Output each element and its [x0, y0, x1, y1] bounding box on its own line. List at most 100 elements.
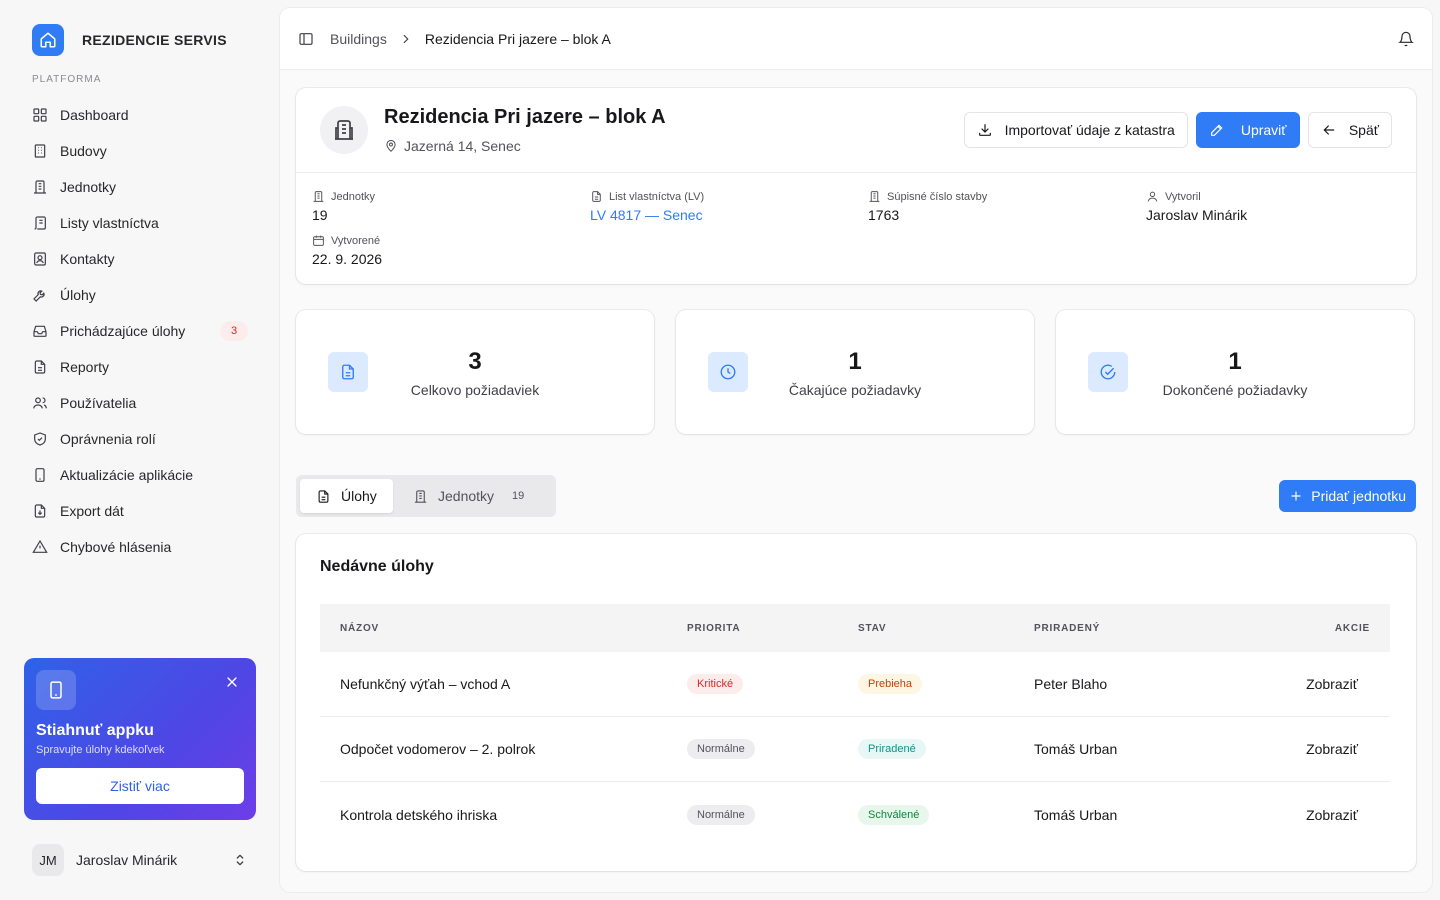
units-value: 19	[312, 207, 328, 223]
stat-label: Čakajúce požiadavky	[788, 382, 922, 398]
sidebar-item-label: Úlohy	[60, 287, 96, 303]
nav-section-label: PLATFORMA	[32, 74, 102, 85]
status-badge: Priradené	[858, 739, 926, 759]
table-row: Nefunkčný výťah – vchod A Kritické Prebi…	[320, 652, 1390, 717]
user-name: Jaroslav Minárik	[76, 852, 178, 868]
sidebar-item-label: Jednotky	[60, 179, 117, 195]
sidebar-item-jednotky[interactable]: Jednotky	[24, 169, 256, 205]
edit-button[interactable]: Upraviť	[1195, 112, 1300, 148]
header-actions: Importovať údaje z katastra Upraviť Späť	[963, 112, 1392, 148]
tab-jednotky[interactable]: Jednotky 19	[397, 479, 540, 513]
download-app-promo: Stiahnuť appku Spravujte úlohy kdekoľvek…	[24, 658, 256, 820]
recent-tasks-card: Nedávne úlohy NÁZOV PRIORITA STAV PRIRAD…	[296, 534, 1416, 871]
table-header: NÁZOV PRIORITA STAV PRIRADENÝ AKCIE	[320, 604, 1390, 652]
units-icon	[34, 180, 46, 194]
avatar: JM	[32, 844, 64, 876]
user-menu[interactable]: JM Jaroslav Minárik	[32, 844, 248, 876]
lv-label: List vlastníctva (LV)	[609, 190, 705, 203]
warning-icon	[32, 539, 48, 553]
chevron-up-down-icon	[236, 854, 244, 866]
tab-list: Úlohy Jednotky 19	[296, 475, 556, 517]
stat-label: Dokončené požiadavky	[1162, 382, 1308, 398]
phone-icon	[35, 468, 45, 482]
edit-label: Upraviť	[1240, 122, 1287, 138]
assignee: Tomáš Urban	[1034, 806, 1118, 823]
created-value: 22. 9. 2026	[312, 251, 383, 267]
sidebar-item-export[interactable]: Export dát	[24, 493, 256, 529]
sidebar: REZIDENCIE SERVIS PLATFORMA Dashboard Bu…	[0, 0, 280, 900]
sidebar-item-budovy[interactable]: Budovy	[24, 133, 256, 169]
user-icon	[1147, 191, 1158, 202]
sidebar-item-chybove[interactable]: Chybové hlásenia	[24, 529, 256, 565]
sidebar-item-dashboard[interactable]: Dashboard	[24, 97, 256, 133]
sidebar-item-pouzivatelia[interactable]: Používatelia	[24, 385, 256, 421]
calendar-icon	[313, 235, 324, 246]
shield-icon	[34, 432, 46, 446]
sidebar-item-label: Kontakty	[60, 251, 115, 267]
column-header: STAV	[858, 622, 887, 634]
breadcrumb-parent[interactable]: Buildings	[330, 31, 387, 47]
tasks-table: NÁZOV PRIORITA STAV PRIRADENÝ AKCIE Nefu…	[320, 604, 1390, 847]
sidebar-item-label: Chybové hlásenia	[60, 539, 172, 555]
stat-value: 3	[468, 348, 482, 375]
lv-link[interactable]: LV 4817 — Senec	[590, 207, 704, 223]
view-link[interactable]: Zobraziť	[1234, 741, 1390, 757]
meta-created: Vytvorené 22. 9. 2026	[312, 234, 383, 268]
map-pin-icon	[386, 139, 396, 152]
status-badge: Prebieha	[858, 674, 923, 694]
supisne-label: Súpisné číslo stavby	[887, 190, 988, 203]
tab-label: Úlohy	[341, 488, 377, 504]
plus-icon	[1291, 491, 1301, 501]
building-address: Jazerná 14, Senec	[384, 138, 521, 154]
sidebar-item-ulohy[interactable]: Úlohy	[24, 277, 256, 313]
back-button[interactable]: Späť	[1307, 112, 1392, 148]
task-name: Odpočet vodomerov – 2. polrok	[340, 741, 536, 757]
sidebar-item-aktualizacie[interactable]: Aktualizácie aplikácie	[24, 457, 256, 493]
home-icon	[32, 24, 64, 56]
promo-title: Stiahnuť appku	[36, 722, 154, 739]
stat-value: 1	[1228, 348, 1242, 375]
import-cadastre-button[interactable]: Importovať údaje z katastra	[963, 112, 1188, 148]
sidebar-toggle-icon[interactable]	[298, 31, 314, 47]
stat-pending: 1 Čakajúce požiadavky	[676, 310, 1034, 434]
promo-subtitle: Spravujte úlohy kdekoľvek	[36, 744, 165, 756]
view-link[interactable]: Zobraziť	[1234, 807, 1390, 823]
sidebar-nav: Dashboard Budovy Jednotky Listy vlastníc…	[24, 97, 256, 565]
report-icon	[34, 360, 46, 374]
brand[interactable]: REZIDENCIE SERVIS	[32, 24, 227, 56]
sidebar-item-prichadzajuce[interactable]: Prichádzajúce úlohy 3	[24, 313, 256, 349]
topbar: Buildings Rezidencia Pri jazere – blok A	[280, 8, 1432, 70]
phone-icon	[36, 670, 76, 710]
sidebar-item-label: Používatelia	[60, 395, 137, 411]
tab-count-badge: 19	[512, 490, 525, 502]
arrow-left-icon	[1323, 125, 1335, 135]
stat-value: 1	[848, 348, 862, 375]
table-row: Kontrola detského ihriska Normálne Schvá…	[320, 782, 1390, 847]
sidebar-item-kontakty[interactable]: Kontakty	[24, 241, 256, 277]
add-unit-button[interactable]: Pridať jednotku	[1279, 480, 1416, 512]
pencil-icon	[1210, 124, 1223, 136]
assignee: Peter Blaho	[1034, 676, 1108, 692]
bell-icon[interactable]	[1398, 31, 1414, 47]
task-name: Kontrola detského ihriska	[340, 806, 498, 823]
section-title: Nedávne úlohy	[320, 558, 434, 575]
sidebar-item-opravnenia[interactable]: Oprávnenia rolí	[24, 421, 256, 457]
breadcrumb-current: Rezidencia Pri jazere – blok A	[424, 30, 611, 47]
stat-label: Celkovo požiadaviek	[410, 382, 540, 398]
sidebar-item-listy[interactable]: Listy vlastníctva	[24, 205, 256, 241]
sidebar-item-reporty[interactable]: Reporty	[24, 349, 256, 385]
view-link[interactable]: Zobraziť	[1234, 676, 1390, 692]
priority-badge: Kritické	[687, 674, 744, 694]
sidebar-item-label: Export dát	[60, 503, 124, 519]
creator-label: Vytvoril	[1165, 190, 1201, 203]
back-label: Späť	[1348, 122, 1379, 138]
incoming-count-badge: 3	[220, 321, 248, 341]
brand-name: REZIDENCIE SERVIS	[82, 32, 227, 48]
creator-value: Jaroslav Minárik	[1146, 207, 1248, 223]
close-icon[interactable]	[224, 674, 240, 690]
meta-supisne: Súpisné číslo stavby 1763	[868, 190, 988, 224]
created-label: Vytvorené	[331, 234, 381, 247]
building-header-card: Rezidencia Pri jazere – blok A Jazerná 1…	[296, 88, 1416, 284]
tab-ulohy[interactable]: Úlohy	[300, 479, 393, 513]
learn-more-button[interactable]: Zistiť viac	[36, 768, 244, 804]
